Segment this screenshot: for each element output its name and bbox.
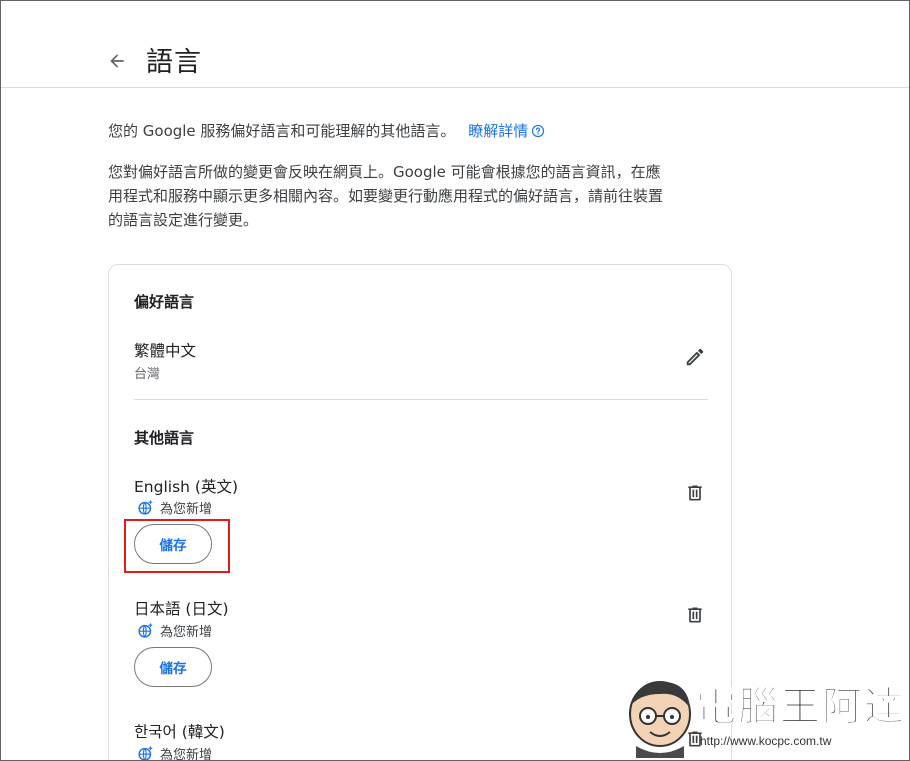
save-button[interactable]: 儲存	[134, 524, 212, 564]
globe-sparkle-icon	[138, 499, 153, 515]
page-header: 語言	[0, 0, 910, 88]
added-for-you: 為您新增	[137, 744, 212, 761]
arrow-back-icon	[110, 54, 124, 68]
added-label: 為您新增	[160, 502, 213, 517]
preferred-language-region: 台灣	[134, 367, 161, 382]
intro-sentence: 您的 Google 服務偏好語言和可能理解的其他語言。	[108, 122, 456, 140]
watermark-url: http://www.kocpc.com.tw	[700, 734, 832, 748]
mascot-icon	[629, 681, 691, 758]
globe-sparkle-icon	[138, 745, 153, 761]
watermark-title: 電腦王阿達	[696, 684, 906, 731]
delete-language-button[interactable]	[679, 477, 711, 509]
added-label: 為您新增	[160, 625, 213, 640]
edit-preferred-button[interactable]	[679, 341, 711, 373]
description-text: 您對偏好語言所做的變更會反映在網頁上。Google 可能會根據您的語言資訊，在應…	[108, 163, 664, 229]
help-circle-icon[interactable]	[531, 124, 545, 142]
pencil-icon	[686, 348, 704, 366]
delete-language-button[interactable]	[679, 599, 711, 631]
page-title: 語言	[146, 47, 202, 78]
globe-sparkle-icon	[138, 622, 153, 638]
save-button[interactable]: 儲存	[134, 647, 212, 687]
other-language-name: 日本語 (日文)	[134, 600, 229, 618]
preferred-section-title: 偏好語言	[134, 293, 195, 311]
learn-more-link[interactable]: 瞭解詳情	[468, 122, 528, 140]
watermark: 電腦王阿達 http://www.kocpc.com.tw	[622, 672, 906, 758]
trash-icon	[688, 485, 702, 501]
added-label: 為您新增	[160, 748, 213, 761]
added-for-you: 為您新增	[137, 621, 212, 640]
other-language-name: English (英文)	[134, 478, 238, 496]
other-section-title: 其他語言	[134, 429, 195, 447]
added-for-you: 為您新增	[137, 498, 212, 517]
section-divider	[134, 399, 708, 400]
intro-text: 您的 Google 服務偏好語言和可能理解的其他語言。 瞭解詳情	[108, 120, 545, 142]
other-language-name: 한국어 (韓文)	[134, 723, 225, 741]
trash-icon	[688, 607, 702, 623]
preferred-language-name: 繁體中文	[134, 342, 197, 360]
back-button[interactable]	[100, 44, 134, 78]
